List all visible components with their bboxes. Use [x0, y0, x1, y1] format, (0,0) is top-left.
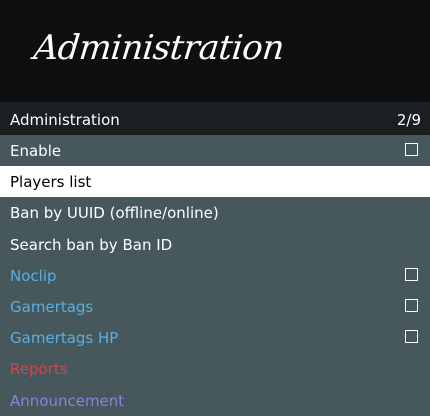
menu-subheader: Administration 2/9 — [0, 102, 430, 135]
menu-item-search-ban[interactable]: Search ban by Ban ID — [0, 229, 430, 260]
item-counter: 2/9 — [396, 111, 421, 129]
menu-item-ban-by-uuid[interactable]: Ban by UUID (offline/online) — [0, 197, 430, 228]
subheader-title: Administration — [10, 111, 120, 129]
menu-item-label: Search ban by Ban ID — [10, 235, 173, 254]
menu-item-label: Noclip — [10, 266, 57, 285]
menu-banner: Administration — [0, 0, 430, 102]
menu-item-label: Ban by UUID (offline/online) — [10, 204, 219, 223]
menu-item-players-list[interactable]: Players list — [0, 166, 430, 198]
menu-item-gamertags[interactable]: Gamertags — [0, 291, 430, 322]
menu-item-enable[interactable]: Enable — [0, 135, 430, 166]
gamertags-checkbox[interactable] — [405, 298, 418, 312]
banner-title: Administration — [31, 28, 286, 68]
menu-item-label: Gamertags — [10, 297, 94, 316]
menu-item-label: Players list — [10, 173, 92, 192]
noclip-checkbox[interactable] — [405, 267, 418, 281]
menu-item-label: Enable — [10, 142, 62, 160]
menu-list: Enable Players list Ban by UUID (offline… — [0, 135, 430, 416]
menu-item-announcement[interactable]: Announcement — [0, 385, 430, 416]
menu-item-gamertags-hp[interactable]: Gamertags HP — [0, 322, 430, 353]
enable-checkbox[interactable] — [405, 143, 418, 156]
menu-item-noclip[interactable]: Noclip — [0, 260, 430, 291]
menu-item-label: Announcement — [10, 391, 125, 410]
menu-item-reports[interactable]: Reports — [0, 353, 430, 384]
menu-item-label: Gamertags HP — [10, 329, 119, 348]
gamertags-hp-checkbox[interactable] — [405, 330, 418, 344]
menu-item-label: Reports — [10, 360, 68, 379]
